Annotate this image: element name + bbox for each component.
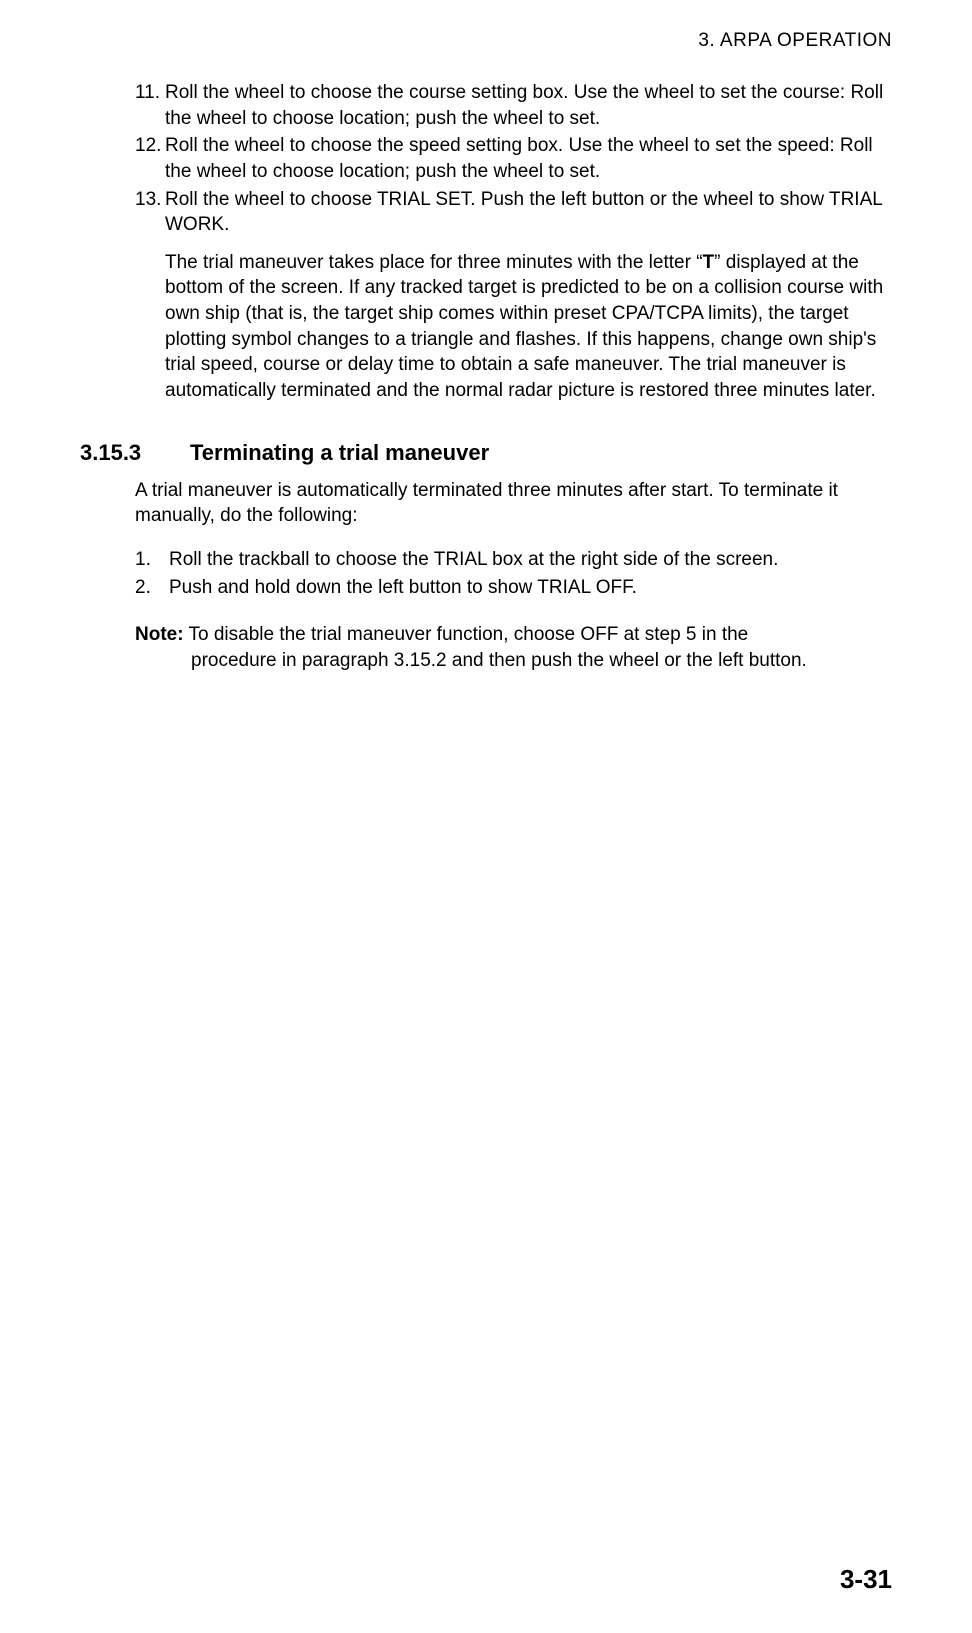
list-text: Roll the wheel to choose TRIAL SET. Push… — [165, 187, 892, 238]
list-item: 13. Roll the wheel to choose TRIAL SET. … — [135, 187, 892, 238]
list-number: 13. — [135, 187, 165, 238]
list-item: 11. Roll the wheel to choose the course … — [135, 80, 892, 131]
list-number: 12. — [135, 133, 165, 184]
body-column: 11. Roll the wheel to choose the course … — [135, 80, 892, 674]
steps-ordered-list: 1. Roll the trackball to choose the TRIA… — [135, 547, 892, 600]
list-text: Roll the wheel to choose the course sett… — [165, 80, 892, 131]
explanatory-paragraph: The trial maneuver takes place for three… — [165, 250, 892, 404]
bold-letter: T — [703, 252, 715, 273]
list-text: Roll the trackball to choose the TRIAL b… — [169, 547, 892, 573]
note-label: Note: — [135, 624, 184, 645]
note-text-1: To disable the trial maneuver function, … — [184, 624, 749, 645]
note-line-2: procedure in paragraph 3.15.2 and then p… — [191, 648, 892, 674]
section-number: 3.15.3 — [80, 440, 190, 466]
page-number: 3-31 — [840, 1564, 892, 1595]
list-text: Roll the wheel to choose the speed setti… — [165, 133, 892, 184]
paragraph-pre: The trial maneuver takes place for three… — [165, 252, 703, 273]
note-line-1: Note: To disable the trial maneuver func… — [135, 622, 892, 648]
list-number: 1. — [135, 547, 169, 573]
continued-ordered-list: 11. Roll the wheel to choose the course … — [135, 80, 892, 238]
list-item: 12. Roll the wheel to choose the speed s… — [135, 133, 892, 184]
list-number: 11. — [135, 80, 165, 131]
list-item: 1. Roll the trackball to choose the TRIA… — [135, 547, 892, 573]
section-heading-row: 3.15.3 Terminating a trial maneuver — [135, 440, 892, 466]
section-title: Terminating a trial maneuver — [190, 440, 489, 466]
page-header: 3. ARPA OPERATION — [80, 30, 892, 52]
list-number: 2. — [135, 575, 169, 601]
list-item: 2. Push and hold down the left button to… — [135, 575, 892, 601]
list-text: Push and hold down the left button to sh… — [169, 575, 892, 601]
section-intro: A trial maneuver is automatically termin… — [135, 478, 892, 529]
paragraph-post: ” displayed at the bottom of the screen.… — [165, 252, 883, 401]
page: 3. ARPA OPERATION 11. Roll the wheel to … — [0, 0, 972, 1633]
note-block: Note: To disable the trial maneuver func… — [135, 622, 892, 673]
